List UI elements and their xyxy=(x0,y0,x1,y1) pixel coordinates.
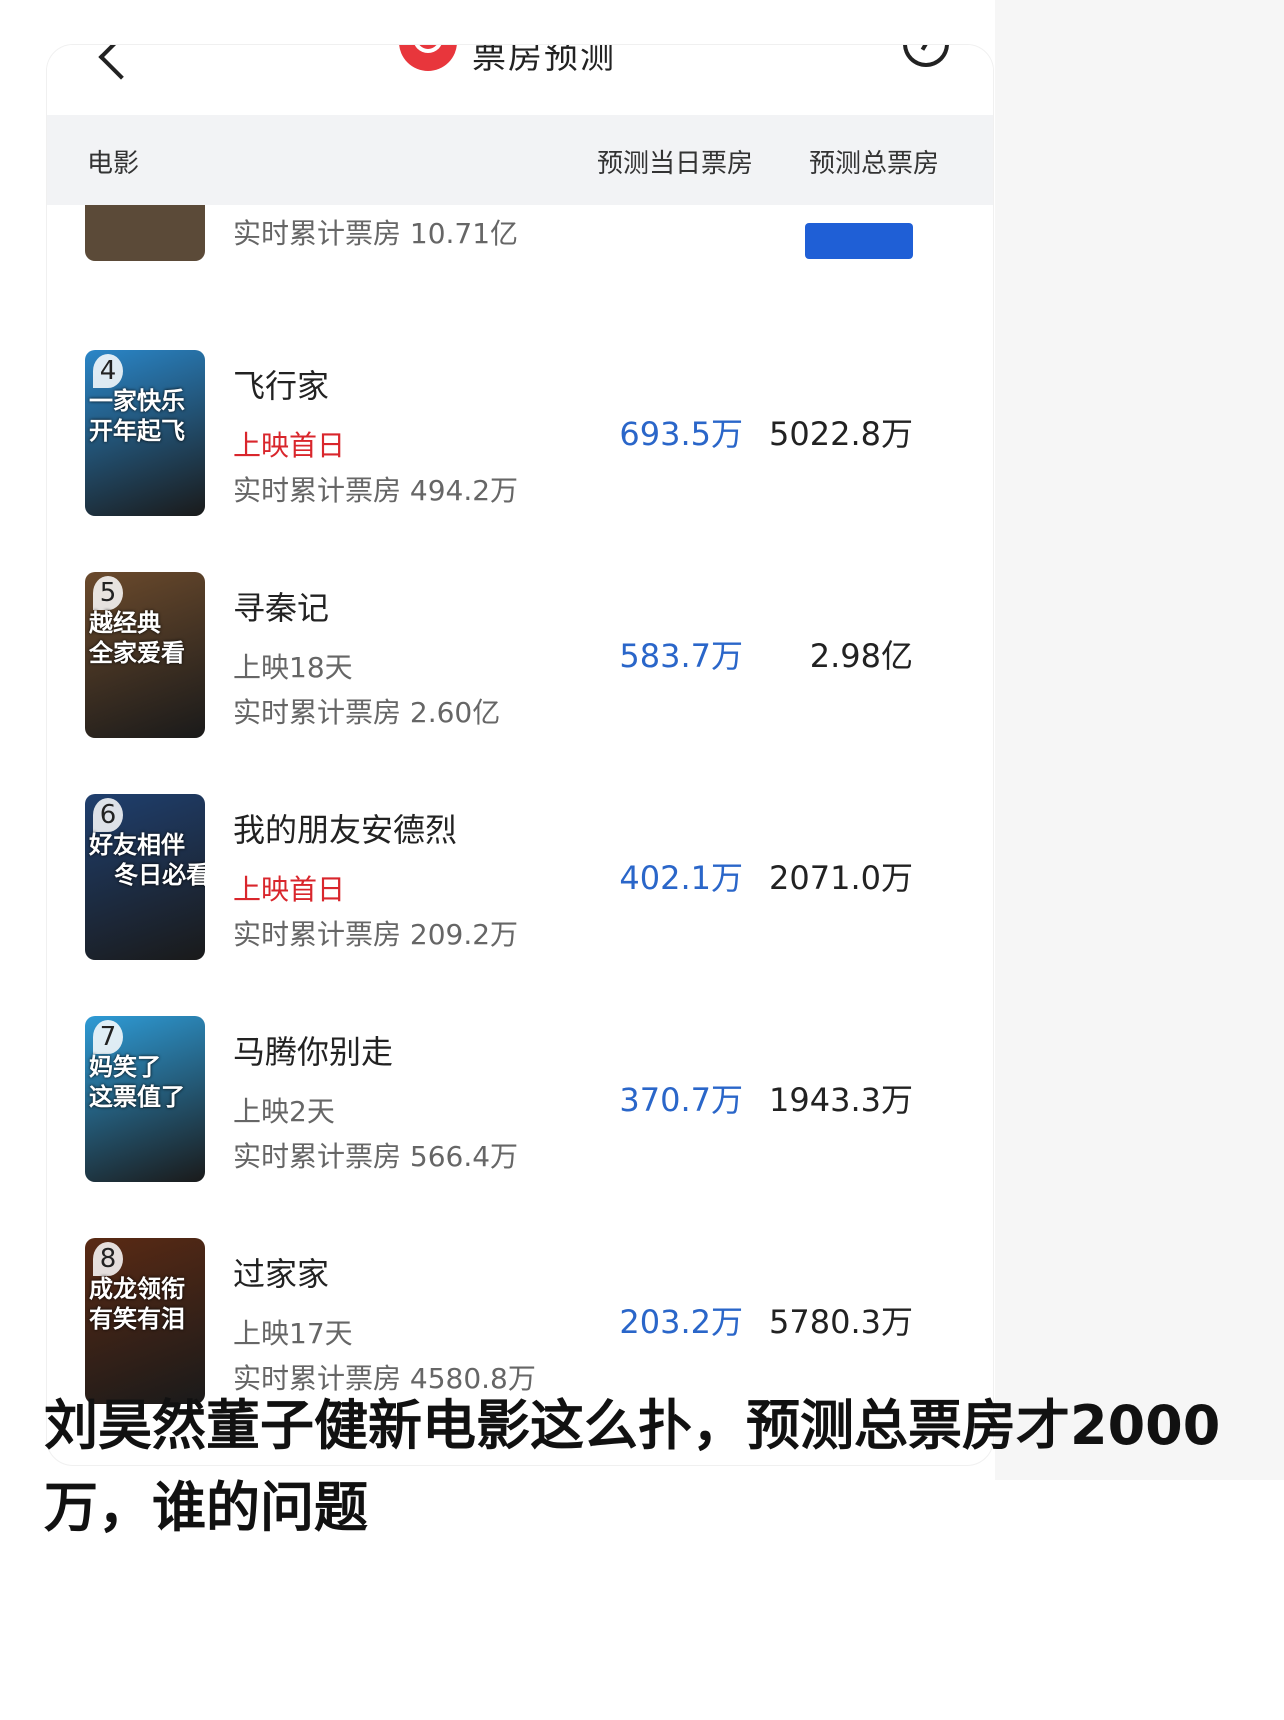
cumulative-box-office: 实时累计票房 2.60亿 xyxy=(233,696,501,729)
cumulative-box-office: 实时累计票房 566.4万 xyxy=(233,1140,519,1173)
rank-badge: 4 xyxy=(93,354,123,388)
back-arrow-icon[interactable] xyxy=(98,45,144,80)
trend-badge xyxy=(805,223,913,259)
list-item[interactable]: 4 一家快乐 开年起飞 飞行家 上映首日 实时累计票房 494.2万 693.5… xyxy=(47,305,993,550)
refresh-icon[interactable] xyxy=(903,45,949,67)
list-item[interactable]: 5 越经典 全家爱看 寻秦记 上映18天 实时累计票房 2.60亿 583.7万… xyxy=(47,527,993,772)
daily-forecast: 370.7万 xyxy=(619,1081,743,1119)
movie-poster: 8 成龙领衔 有笑有泪 xyxy=(85,1238,205,1404)
rank-badge: 5 xyxy=(93,576,123,610)
release-status: 上映17天 xyxy=(233,1317,353,1350)
header-movie: 电影 xyxy=(87,149,140,179)
movie-title: 寻秦记 xyxy=(233,589,330,627)
release-status: 上映首日 xyxy=(233,429,346,462)
poster-text: 妈笑了 这票值了 xyxy=(89,1053,185,1111)
movie-list: 实时累计票房 10.71亿 4 一家快乐 开年起飞 飞行家 上映首日 实时累计票… xyxy=(47,205,993,1465)
list-item[interactable]: 7 妈笑了 这票值了 马腾你别走 上映2天 实时累计票房 566.4万 370.… xyxy=(47,971,993,1216)
poster-text: 成龙领衔 有笑有泪 xyxy=(89,1275,185,1333)
movie-poster: 5 越经典 全家爱看 xyxy=(85,572,205,738)
cat-logo-icon xyxy=(399,45,457,71)
total-forecast: 1943.3万 xyxy=(769,1081,913,1119)
poster-text: 一家快乐 开年起飞 xyxy=(89,387,185,445)
movie-poster xyxy=(85,205,205,261)
total-forecast: 2071.0万 xyxy=(769,859,913,897)
release-status: 上映18天 xyxy=(233,651,353,684)
rank-badge: 8 xyxy=(93,1242,123,1276)
movie-title: 我的朋友安德烈 xyxy=(233,811,458,849)
movie-poster: 6 好友相伴 冬日必看 xyxy=(85,794,205,960)
cumulative-box-office: 实时累计票房 209.2万 xyxy=(233,918,519,951)
post-caption: 刘昊然董子健新电影这么扑，预测总票房才2000万，谁的问题 xyxy=(44,1394,1221,1539)
daily-forecast: 402.1万 xyxy=(619,859,743,897)
movie-poster: 4 一家快乐 开年起飞 xyxy=(85,350,205,516)
movie-poster: 7 妈笑了 这票值了 xyxy=(85,1016,205,1182)
movie-title: 飞行家 xyxy=(233,367,330,405)
cumulative-box-office: 实时累计票房 10.71亿 xyxy=(233,217,519,250)
rank-badge: 7 xyxy=(93,1020,123,1054)
background-panel xyxy=(995,0,1284,1480)
release-status: 上映首日 xyxy=(233,873,346,906)
header-total-forecast[interactable]: 预测总票房 xyxy=(809,143,939,180)
table-header: 电影 预测当日票房 预测总票房 xyxy=(47,115,993,205)
movie-title: 马腾你别走 xyxy=(233,1033,394,1071)
top-bar: 票房预测 xyxy=(47,45,993,115)
page-title: 票房预测 xyxy=(472,45,616,77)
cumulative-box-office: 实时累计票房 494.2万 xyxy=(233,474,519,507)
total-forecast: 5022.8万 xyxy=(769,415,913,453)
release-status: 上映2天 xyxy=(233,1095,335,1128)
daily-forecast: 693.5万 xyxy=(619,415,743,453)
poster-text: 越经典 全家爱看 xyxy=(89,609,185,667)
daily-forecast: 203.2万 xyxy=(619,1303,743,1341)
movie-title: 过家家 xyxy=(233,1255,330,1293)
total-forecast: 2.98亿 xyxy=(809,637,913,675)
total-forecast: 5780.3万 xyxy=(769,1303,913,1341)
poster-text: 好友相伴 冬日必看 xyxy=(89,831,205,889)
list-item[interactable]: 6 好友相伴 冬日必看 我的朋友安德烈 上映首日 实时累计票房 209.2万 4… xyxy=(47,749,993,994)
box-office-screen: 票房预测 电影 预测当日票房 预测总票房 实时累计票房 10.71亿 4 一家快… xyxy=(47,45,993,1465)
daily-forecast: 583.7万 xyxy=(619,637,743,675)
header-daily-forecast[interactable]: 预测当日票房 xyxy=(597,143,753,180)
rank-badge: 6 xyxy=(93,798,123,832)
